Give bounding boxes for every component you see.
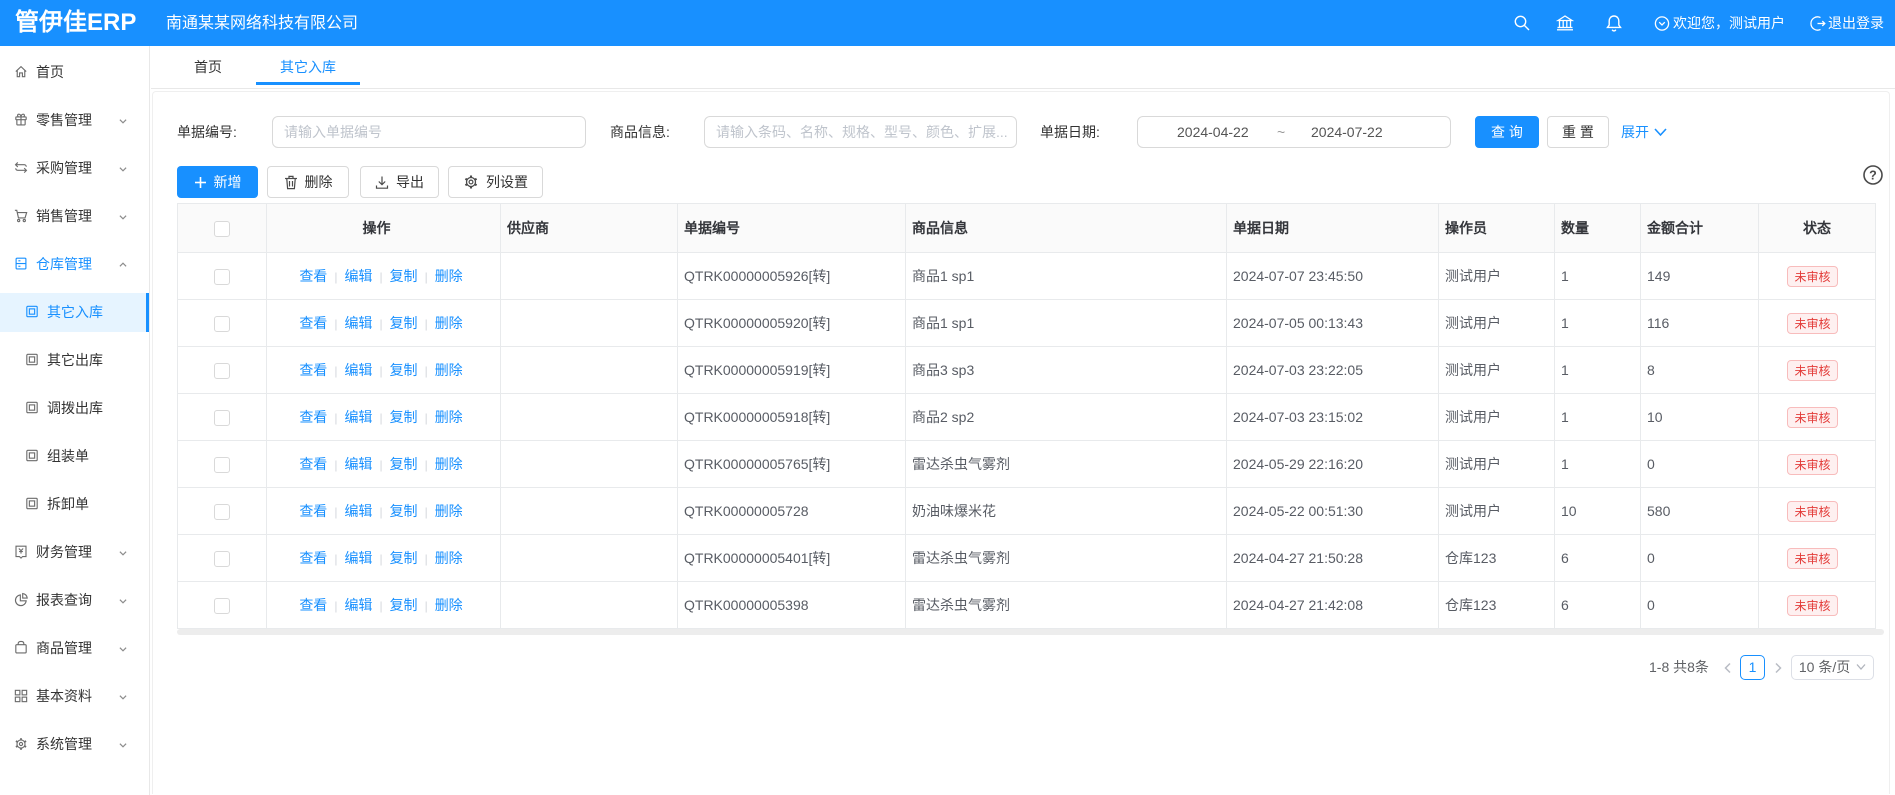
svg-text:?: ? xyxy=(1869,169,1877,183)
